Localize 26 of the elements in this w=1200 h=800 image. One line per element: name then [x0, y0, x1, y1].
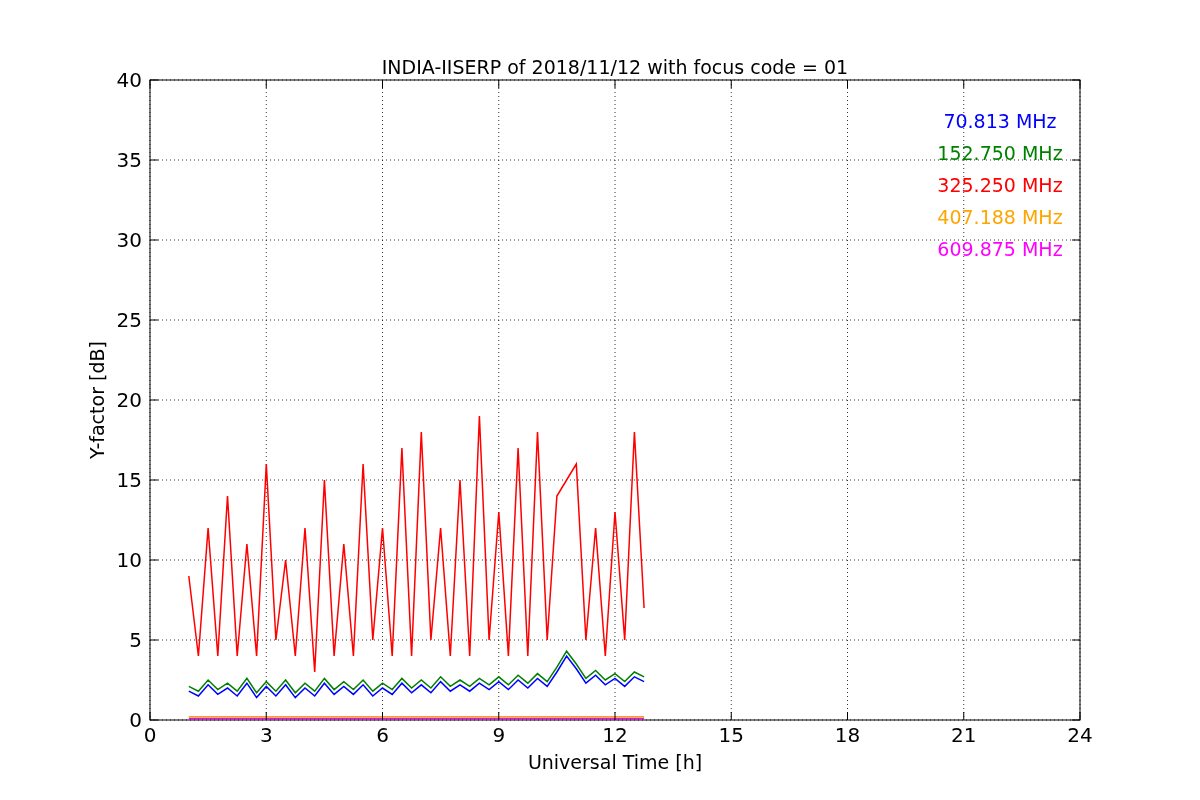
- tick-label: 24: [1067, 723, 1093, 747]
- legend-text: 609.875 MHz: [937, 238, 1063, 260]
- axis-label: Y-factor [dB]: [86, 341, 108, 459]
- tick-label: 15: [116, 468, 142, 492]
- tick-label: 9: [492, 723, 506, 747]
- tick-label: 6: [376, 723, 389, 747]
- tick-label: 12: [602, 723, 628, 747]
- legend-text: 407.188 MHz: [937, 206, 1063, 228]
- legend-text: 70.813 MHz: [943, 110, 1057, 132]
- tick-label: 0: [143, 723, 157, 747]
- legend-text: 152.750 MHz: [937, 142, 1063, 164]
- tick-label: 25: [116, 308, 142, 332]
- tick-label: 20: [116, 388, 142, 412]
- legend-text: 325.250 MHz: [937, 174, 1063, 196]
- tick-label: 35: [116, 148, 142, 172]
- tick-label: 0: [129, 708, 142, 732]
- tick-label: 3: [259, 723, 273, 747]
- tick-label: 18: [834, 723, 861, 747]
- tick-label: 21: [951, 723, 977, 747]
- chart-title: INDIA-IISERP of 2018/11/12 with focus code = 01: [381, 56, 849, 78]
- tick-label: 40: [116, 68, 142, 92]
- axis-label: Universal Time [h]: [527, 751, 703, 773]
- tick-label: 30: [116, 228, 142, 252]
- tick-label: 10: [116, 548, 142, 572]
- tick-label: 5: [129, 628, 142, 652]
- tick-label: 15: [718, 723, 744, 747]
